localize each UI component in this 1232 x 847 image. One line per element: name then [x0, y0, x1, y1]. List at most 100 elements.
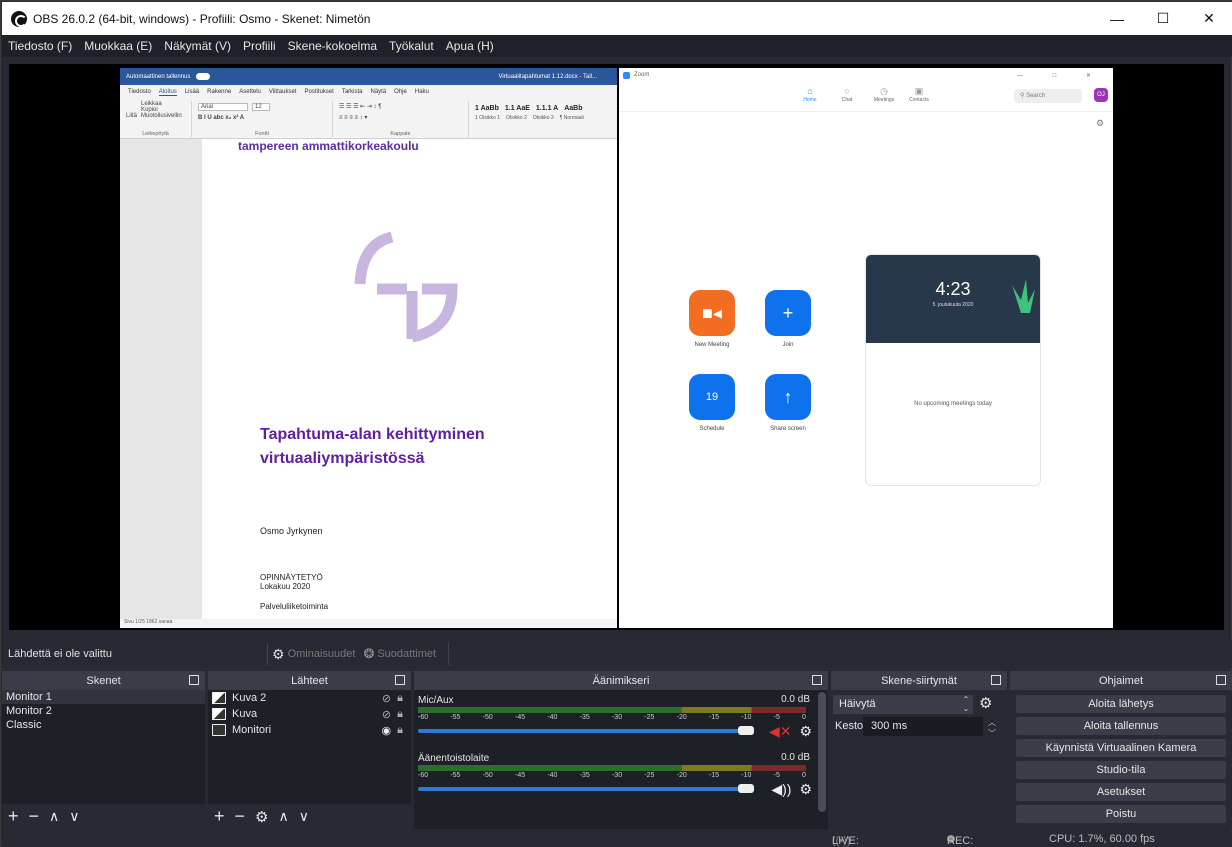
volume-slider[interactable]	[418, 787, 752, 791]
undock-icon[interactable]	[991, 675, 1001, 685]
style-sample: 1.1 AaE	[504, 105, 530, 112]
menu-profile[interactable]: Profiili	[237, 39, 282, 53]
eye-hidden-icon[interactable]: ⊘	[382, 692, 391, 705]
move-up-button[interactable]: ∧	[278, 808, 288, 825]
start-streaming-button[interactable]: Aloita lähetys	[1016, 695, 1226, 713]
menu-tools[interactable]: Työkalut	[383, 39, 440, 53]
muted-speaker-icon[interactable]: ◀✕	[769, 723, 792, 740]
mixer-scrollbar[interactable]	[818, 692, 826, 812]
scenes-dock-header: Skenet	[2, 671, 205, 690]
scenes-toolbar: + − ∧ ∨	[2, 804, 205, 829]
schedule-button: 19	[689, 374, 735, 420]
properties-button[interactable]: ⚙ Ominaisuudet	[272, 646, 355, 663]
thesis-author: Osmo Jyrkynen	[260, 526, 323, 536]
obs-window: OBS 26.0.2 (64-bit, windows) - Profiili:…	[0, 0, 1232, 847]
move-down-button[interactable]: ∨	[299, 808, 309, 825]
transitions-body: Häivytä ⌃ ⌄ ⚙ Kesto 300 ms ︿ ﹀	[831, 690, 1007, 829]
studio-mode-button[interactable]: Studio-tila	[1016, 761, 1226, 779]
tick-label: -55	[450, 772, 461, 779]
close-button[interactable]: ✕	[1186, 2, 1232, 35]
source-settings-button[interactable]: ⚙	[255, 808, 268, 826]
undock-icon[interactable]	[812, 675, 822, 685]
mixer-dock-header: Äänimikseri	[414, 671, 828, 690]
meter-ticks: -60 -55 -50 -45 -40 -35 -30 -25 -20 -15 -10 -5 0	[418, 772, 806, 781]
zoom-avatar: OJ	[1094, 88, 1108, 102]
exit-button[interactable]: Poistu	[1016, 805, 1226, 823]
add-source-button[interactable]: +	[214, 806, 225, 827]
start-virtual-camera-button[interactable]: Käynnistä Virtuaalinen Kamera	[1016, 739, 1226, 757]
menu-help[interactable]: Apua (H)	[440, 39, 500, 53]
word-tab: Näytä	[370, 89, 387, 95]
preview-canvas[interactable]: Automaattinen tallennus Virtuaalitapahtu…	[9, 64, 1224, 630]
undock-icon[interactable]	[1216, 675, 1226, 685]
volume-slider-handle[interactable]	[738, 784, 754, 793]
scene-item[interactable]: Classic	[2, 718, 205, 732]
tick-label: -35	[579, 772, 590, 779]
eye-hidden-icon[interactable]: ⊘	[382, 708, 391, 721]
style-name: Otsikko 2	[506, 115, 527, 121]
tick-label: -60	[418, 714, 429, 721]
source-item[interactable]: Monitori ◉ 🔒︎	[208, 722, 411, 738]
no-meetings-text: No upcoming meetings today	[914, 401, 992, 407]
remove-scene-button[interactable]: −	[29, 806, 40, 827]
tick-label: -40	[547, 772, 558, 779]
minimize-button[interactable]: —	[1094, 2, 1140, 35]
tick-label: -30	[611, 714, 623, 721]
divider	[267, 643, 268, 665]
word-ribbon: Liitä Leikkaa Kopioi Muotoilusivellin Le…	[120, 99, 617, 139]
move-down-button[interactable]: ∨	[69, 808, 79, 825]
source-item[interactable]: Kuva ⊘ 🔒︎	[208, 706, 411, 722]
start-recording-button[interactable]: Aloita tallennus	[1016, 717, 1226, 735]
menu-edit[interactable]: Muokkaa (E)	[78, 39, 158, 53]
transition-select[interactable]: Häivytä	[833, 695, 973, 714]
speaker-icon[interactable]: ◀))	[771, 781, 791, 798]
undock-icon[interactable]	[395, 675, 405, 685]
thesis-title: Tapahtuma-alan kehittyminen virtuaaliymp…	[260, 423, 485, 471]
menu-file[interactable]: Tiedosto (F)	[2, 39, 78, 53]
lock-icon[interactable]: 🔒︎	[397, 724, 403, 737]
duration-input[interactable]: 300 ms	[863, 717, 983, 736]
lock-icon[interactable]: 🔒︎	[397, 708, 403, 721]
gear-icon[interactable]: ⚙	[799, 723, 812, 740]
paste-label: Liitä	[126, 113, 138, 119]
tick-label: -15	[708, 772, 720, 779]
cpu-status: CPU: 1.7%, 60.00 fps	[1049, 833, 1155, 845]
channel-name: Mic/Aux	[418, 695, 454, 706]
volume-slider-handle[interactable]	[738, 726, 754, 735]
sources-dock-header: Lähteet	[208, 671, 411, 690]
source-item[interactable]: Kuva 2 ⊘ 🔒︎	[208, 690, 411, 706]
transition-settings-icon[interactable]: ⚙	[979, 694, 992, 712]
zoom-search-placeholder: Search	[1026, 93, 1046, 99]
volume-meter	[418, 707, 806, 713]
maximize-button[interactable]: ☐	[1140, 2, 1186, 35]
eye-icon[interactable]: ◉	[382, 724, 392, 737]
add-scene-button[interactable]: +	[8, 806, 19, 827]
duration-label: Kesto	[835, 720, 864, 732]
tick-label: -30	[611, 772, 623, 779]
menu-view[interactable]: Näkymät (V)	[158, 39, 237, 53]
live-timer: LIVE: 00:00:00	[832, 835, 859, 847]
school-name: tampereen ammattikorkeakoulu	[238, 139, 419, 153]
word-tab: Tarkista	[341, 89, 363, 95]
settings-button[interactable]: Asetukset	[1016, 783, 1226, 801]
menu-scene-collection[interactable]: Skene-kokoelma	[282, 39, 383, 53]
volume-slider[interactable]	[418, 729, 752, 733]
zoom-search: ⚲ Search	[1014, 89, 1082, 103]
scene-item[interactable]: Monitor 1	[2, 690, 205, 704]
move-up-button[interactable]: ∧	[49, 808, 59, 825]
tick-label: -40	[547, 714, 558, 721]
scene-item[interactable]: Monitor 2	[2, 704, 205, 718]
zoom-card-header: 4:23 5. joulukuuta 2020	[866, 255, 1040, 343]
thesis-label: OPINNÄYTETYÖ	[260, 573, 323, 582]
lock-icon[interactable]: 🔒︎	[397, 692, 403, 705]
style-sample: 1 AaBb	[475, 105, 499, 112]
duration-stepper[interactable]: ︿ ﹀	[985, 717, 999, 738]
tick-label: 0	[802, 772, 806, 779]
gear-icon[interactable]: ⚙	[799, 781, 812, 798]
select-arrows-icon: ⌃ ⌄	[962, 695, 970, 713]
filters-button[interactable]: ❂ Suodattimet	[363, 646, 436, 662]
remove-source-button[interactable]: −	[235, 806, 246, 827]
zoom-title-bar: Zoom — □ ✕	[619, 68, 1113, 82]
gear-icon: ⚙	[272, 645, 285, 662]
undock-icon[interactable]	[189, 675, 199, 685]
